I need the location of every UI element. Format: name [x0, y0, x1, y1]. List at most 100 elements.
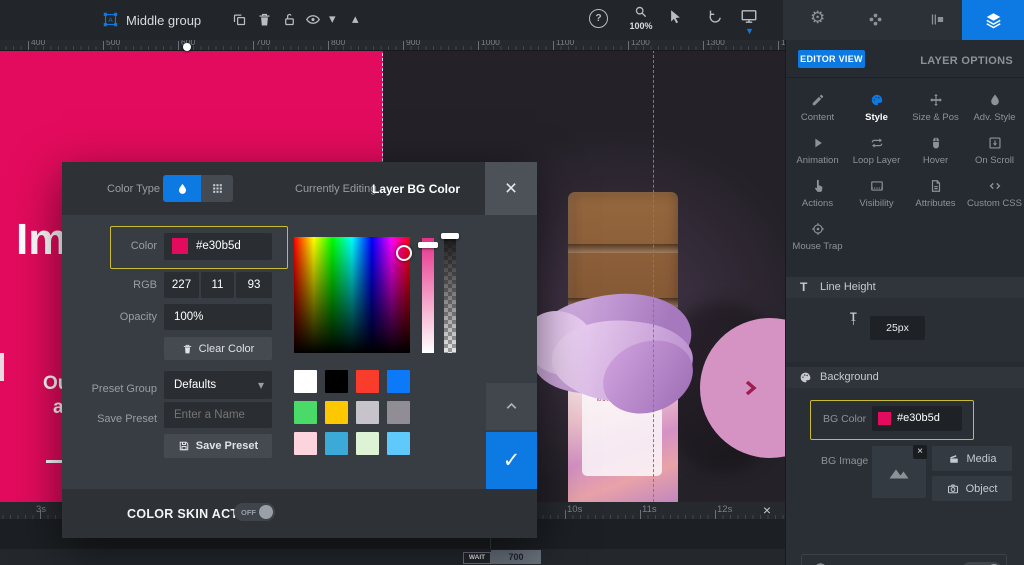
preset-group-select[interactable]: Defaults ▾	[164, 371, 272, 399]
save-preset-label: Save Preset	[97, 413, 157, 425]
tab-loop-layer[interactable]: Loop Layer	[847, 129, 906, 172]
bg-image-thumbnail[interactable]: ×	[872, 445, 927, 498]
layer-resize-handle[interactable]	[183, 43, 191, 51]
timeline-close-icon[interactable]: ×	[760, 503, 774, 517]
wait-duration-value[interactable]: 700	[491, 550, 541, 564]
tab-hover[interactable]: Hover	[906, 129, 965, 172]
object-button[interactable]: Object	[932, 476, 1012, 501]
tab-label: Adv. Style	[973, 111, 1016, 123]
bg-image-label: BG Image	[821, 455, 869, 467]
settings-gear-icon[interactable]: ⚙	[810, 9, 825, 26]
background-section-header[interactable]: Background	[786, 367, 1024, 388]
slider-settings-icon[interactable]	[930, 12, 945, 27]
color-picker-dialog: Color Type Currently Editing Layer BG Co…	[62, 162, 537, 538]
layer-options-panel: EDITOR VIEW LAYER OPTIONS Content Style Si…	[785, 40, 1024, 565]
tab-on-scroll[interactable]: On Scroll	[965, 129, 1024, 172]
rgb-r-input[interactable]: 227	[164, 272, 199, 298]
alpha-slider-handle[interactable]	[441, 233, 459, 239]
lock-icon[interactable]	[282, 12, 297, 27]
tab-adv-style[interactable]: Adv. Style	[965, 86, 1024, 129]
line-height-section-header[interactable]: T Line Height	[786, 277, 1024, 298]
rgb-g-input[interactable]: 11	[201, 272, 234, 298]
help-icon[interactable]: ?	[589, 9, 608, 28]
device-preview-icon[interactable]	[740, 8, 758, 25]
preset-name-input[interactable]	[164, 402, 272, 428]
saturation-value-picker[interactable]	[294, 237, 412, 353]
zoom-level[interactable]: 100%	[625, 21, 657, 31]
canvas-heading-text[interactable]: Im	[16, 215, 67, 264]
alpha-slider[interactable]	[444, 236, 456, 353]
timeline-track-row: WAIT 700	[0, 549, 785, 565]
tab-content[interactable]: Content	[788, 86, 847, 129]
loop-icon	[870, 136, 884, 150]
delete-icon[interactable]	[257, 12, 272, 27]
timeline-label-3s: 3s	[36, 504, 47, 515]
preset-swatch-11[interactable]	[356, 432, 379, 455]
bg-color-swatch	[878, 412, 891, 425]
opacity-input[interactable]: 100%	[164, 304, 272, 330]
tab-attributes[interactable]: Attributes	[906, 172, 965, 215]
shade-slider-handle[interactable]	[418, 242, 438, 248]
shade-slider[interactable]	[422, 238, 434, 353]
tab-label: On Scroll	[974, 154, 1015, 166]
undo-icon[interactable]	[708, 9, 723, 24]
tab-visibility[interactable]: Visibility	[847, 172, 906, 215]
background-title: Background	[820, 371, 879, 383]
preset-swatch-9[interactable]	[294, 432, 317, 455]
picker-marker[interactable]	[396, 245, 412, 261]
object-button-label: Object	[965, 482, 998, 495]
preset-swatch-7[interactable]	[356, 401, 379, 424]
bg-color-input[interactable]: #e30b5d	[872, 406, 962, 431]
preset-swatch-8[interactable]	[387, 401, 410, 424]
preset-swatch-4[interactable]	[387, 370, 410, 393]
layer-options-title: LAYER OPTIONS	[920, 55, 1013, 67]
layers-panel-button[interactable]	[962, 0, 1024, 40]
media-icon	[948, 453, 960, 465]
tab-mouse-trap[interactable]: Mouse Trap	[788, 215, 847, 258]
tab-actions[interactable]: Actions	[788, 172, 847, 215]
layers-icon	[984, 11, 1003, 29]
tab-size-pos[interactable]: Size & Pos	[906, 86, 965, 129]
preset-swatch-1[interactable]	[294, 370, 317, 393]
preset-swatch-12[interactable]	[387, 432, 410, 455]
device-width-marker-icon: ▼	[745, 26, 754, 36]
close-dialog-button[interactable]: ×	[485, 162, 537, 215]
remove-bg-image-icon[interactable]: ×	[913, 445, 927, 459]
toggle-off-label: OFF	[241, 507, 256, 517]
pointer-tool-icon[interactable]	[668, 9, 683, 24]
arrow-right-icon	[738, 376, 762, 400]
save-preset-button[interactable]: Save Preset	[164, 434, 272, 458]
preset-swatch-3[interactable]	[356, 370, 379, 393]
preset-swatch-5[interactable]	[294, 401, 317, 424]
preset-swatch-6[interactable]	[325, 401, 348, 424]
confirm-color-button[interactable]: ✓	[486, 432, 537, 489]
line-height-input[interactable]: 25px	[870, 316, 925, 340]
move-up-icon[interactable]: ▴	[352, 12, 359, 25]
color-value-input[interactable]: #e30b5d	[164, 233, 272, 260]
timeline-label-12s: 12s	[717, 504, 733, 515]
move-down-icon[interactable]: ▾	[329, 12, 336, 25]
dialog-header: Color Type Currently Editing Layer BG Co…	[62, 162, 537, 215]
gradient-color-type-button[interactable]	[201, 175, 233, 202]
color-skin-toggle[interactable]: OFF	[234, 503, 275, 521]
preset-swatch-2[interactable]	[325, 370, 348, 393]
toggle-knob	[259, 505, 273, 519]
duplicate-icon[interactable]	[232, 12, 247, 27]
modules-icon[interactable]	[868, 12, 883, 27]
editor-view-button[interactable]: EDITOR VIEW	[798, 50, 865, 68]
help-glyph: ?	[595, 13, 602, 24]
clear-color-button[interactable]: Clear Color	[164, 337, 272, 360]
tab-custom-css[interactable]: Custom CSS	[965, 172, 1024, 215]
zoom-icon[interactable]	[634, 5, 647, 18]
pencil-icon	[811, 93, 825, 107]
tab-style[interactable]: Style	[847, 86, 906, 129]
collapse-panel-button[interactable]	[486, 383, 537, 430]
rgb-b-input[interactable]: 93	[236, 272, 272, 298]
visibility-eye-icon[interactable]	[305, 12, 321, 27]
preset-swatch-10[interactable]	[325, 432, 348, 455]
preset-group-value: Defaults	[174, 379, 217, 391]
tab-animation[interactable]: Animation	[788, 129, 847, 172]
media-button[interactable]: Media	[932, 446, 1012, 471]
preset-group-label: Preset Group	[91, 383, 157, 395]
solid-color-type-button[interactable]	[163, 175, 201, 202]
